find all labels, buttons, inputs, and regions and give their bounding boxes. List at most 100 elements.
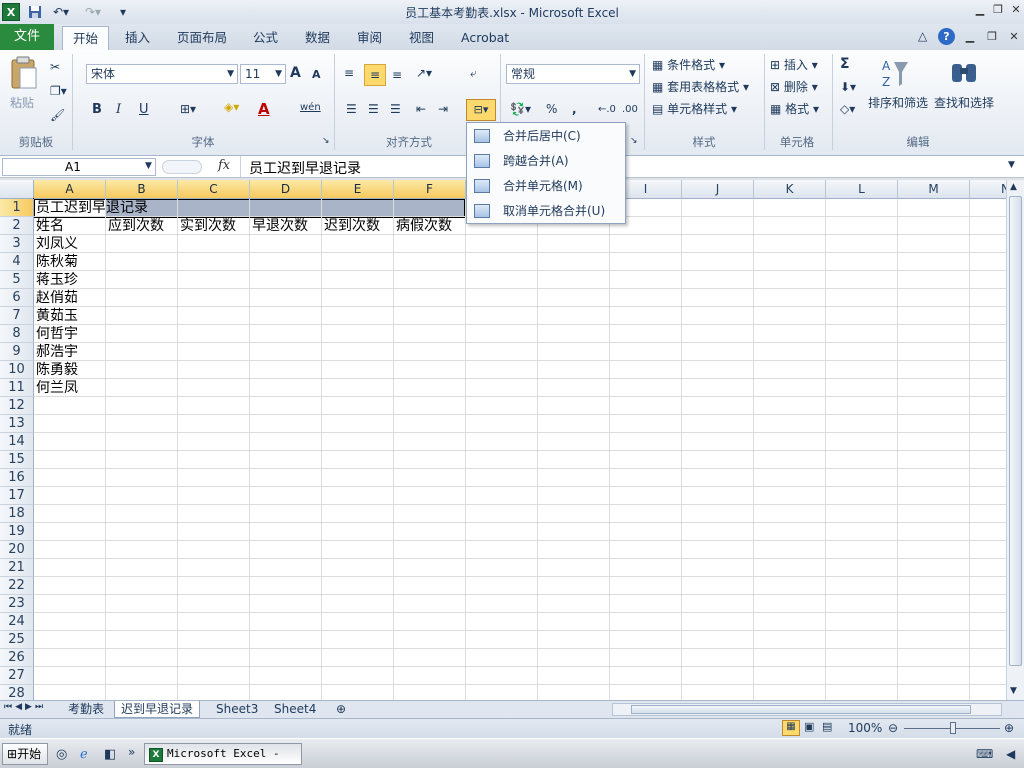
font-name-combo[interactable]: 宋体 ▼: [86, 64, 238, 84]
row-header[interactable]: 1: [0, 199, 34, 217]
menu-item-merge-center[interactable]: 合并后居中(C): [469, 124, 623, 148]
row-header[interactable]: 24: [0, 613, 34, 631]
sheet-nav-icon[interactable]: ⏮◀▶⏭: [4, 702, 46, 712]
insert-cells-button[interactable]: ⊞ 插入 ▾: [770, 56, 818, 73]
tab-view[interactable]: 视图: [399, 26, 444, 50]
cut-icon[interactable]: ✂: [50, 60, 60, 74]
column-header[interactable]: D: [250, 180, 322, 199]
sheet-tab-active[interactable]: 迟到早退记录: [114, 701, 201, 718]
start-button[interactable]: ⊞开始: [2, 743, 48, 765]
row-header[interactable]: 27: [0, 667, 34, 685]
zoom-out-icon[interactable]: ⊖: [888, 721, 898, 735]
row-header[interactable]: 10: [0, 361, 34, 379]
italic-button[interactable]: I: [116, 102, 121, 117]
sheet-tab[interactable]: Sheet4: [268, 701, 322, 718]
row-header[interactable]: 4: [0, 253, 34, 271]
orientation-icon[interactable]: ↗▾: [416, 66, 432, 80]
zoom-in-icon[interactable]: ⊕: [1004, 721, 1014, 735]
row-header[interactable]: 11: [0, 379, 34, 397]
horizontal-scrollbar[interactable]: [612, 703, 1002, 716]
name-cell[interactable]: 赵俏茹: [34, 289, 78, 307]
borders-icon[interactable]: ⊞▾: [180, 102, 196, 116]
dialog-launcher-icon[interactable]: ↘: [630, 136, 638, 146]
column-header[interactable]: A: [34, 180, 106, 199]
phonetic-button[interactable]: wén: [300, 102, 321, 113]
format-painter-icon[interactable]: 🖌: [50, 108, 65, 122]
taskbar-excel-button[interactable]: XMicrosoft Excel - ...: [144, 743, 302, 768]
page-layout-view-icon[interactable]: ▣: [804, 720, 814, 733]
row-header[interactable]: 13: [0, 415, 34, 433]
row-header[interactable]: 20: [0, 541, 34, 559]
row-header[interactable]: 6: [0, 289, 34, 307]
merge-center-button[interactable]: ⊟▾: [466, 99, 496, 121]
row-header[interactable]: 3: [0, 235, 34, 253]
sort-filter-icon[interactable]: AZ: [880, 56, 910, 90]
row-header[interactable]: 21: [0, 559, 34, 577]
name-cell[interactable]: 蒋玉珍: [34, 271, 78, 289]
ie-icon[interactable]: ℯ: [80, 747, 88, 762]
tab-page-layout[interactable]: 页面布局: [167, 26, 237, 50]
column-header[interactable]: C: [178, 180, 250, 199]
column-header[interactable]: F: [394, 180, 466, 199]
percent-button[interactable]: %: [546, 102, 557, 116]
number-format-combo[interactable]: 常规 ▼: [506, 64, 640, 84]
name-cell[interactable]: 陈勇毅: [34, 361, 78, 379]
row-header[interactable]: 23: [0, 595, 34, 613]
formula-bar-handle[interactable]: [162, 160, 202, 174]
column-header[interactable]: B: [106, 180, 178, 199]
scroll-down-icon[interactable]: ▼: [1010, 686, 1017, 696]
align-right-icon[interactable]: ☰: [390, 102, 401, 116]
paste-button[interactable]: 粘贴: [10, 94, 34, 111]
menu-item-merge-across[interactable]: 跨越合并(A): [469, 149, 623, 173]
fill-icon[interactable]: ⬇▾: [840, 80, 856, 94]
grow-font-button[interactable]: A: [290, 65, 301, 81]
row-header[interactable]: 28: [0, 685, 34, 700]
header-cell-name[interactable]: 姓名: [34, 217, 64, 235]
font-color-button[interactable]: A: [258, 100, 270, 118]
name-cell[interactable]: 黄茹玉: [34, 307, 78, 325]
zoom-slider-thumb[interactable]: [950, 722, 956, 734]
name-cell[interactable]: 何哲宇: [34, 325, 78, 343]
tab-review[interactable]: 审阅: [347, 26, 392, 50]
autosum-button[interactable]: Σ: [840, 56, 850, 72]
quick-launch-icon[interactable]: ◎: [56, 747, 67, 762]
sheet-tab[interactable]: 考勤表: [62, 701, 110, 718]
close-icon[interactable]: ✕: [1008, 3, 1024, 19]
increase-decimal-icon[interactable]: ←.0: [598, 104, 616, 115]
name-cell[interactable]: 何兰凤: [34, 379, 78, 397]
dialog-launcher-icon[interactable]: ↘: [322, 136, 330, 146]
minimize-icon[interactable]: ▁: [972, 3, 988, 19]
underline-button[interactable]: U: [139, 102, 149, 117]
align-center-icon[interactable]: ☰: [368, 102, 379, 116]
help-icon[interactable]: ?: [938, 28, 955, 45]
format-cells-button[interactable]: ▦ 格式 ▾: [770, 100, 819, 117]
doc-minimize-icon[interactable]: ▁: [962, 30, 978, 46]
media-icon[interactable]: ◧: [104, 747, 116, 762]
clear-icon[interactable]: ◇▾: [840, 102, 855, 116]
column-header[interactable]: J: [682, 180, 754, 199]
new-sheet-icon[interactable]: ⊕: [330, 701, 352, 718]
increase-indent-icon[interactable]: ⇥: [438, 102, 448, 116]
menu-item-merge-cells[interactable]: 合并单元格(M): [469, 174, 623, 198]
row-header[interactable]: 15: [0, 451, 34, 469]
row-header[interactable]: 12: [0, 397, 34, 415]
row-header[interactable]: 2: [0, 217, 34, 235]
tab-acrobat[interactable]: Acrobat: [451, 26, 519, 50]
column-header[interactable]: E: [322, 180, 394, 199]
scroll-thumb[interactable]: [1009, 196, 1022, 666]
tab-file[interactable]: 文件: [0, 24, 54, 50]
align-top-icon[interactable]: ≡: [344, 66, 354, 80]
row-header[interactable]: 5: [0, 271, 34, 289]
header-cell-actual[interactable]: 实到次数: [178, 217, 236, 235]
header-cell-early-leave[interactable]: 早退次数: [250, 217, 308, 235]
row-header[interactable]: 9: [0, 343, 34, 361]
bold-button[interactable]: B: [92, 102, 102, 117]
align-middle-icon[interactable]: ≡: [364, 64, 386, 86]
header-cell-expected[interactable]: 应到次数: [106, 217, 164, 235]
vertical-scrollbar[interactable]: ▲ ▼: [1006, 180, 1024, 700]
sheet-tab[interactable]: Sheet3: [210, 701, 264, 718]
shrink-font-button[interactable]: A: [312, 68, 321, 81]
copy-icon[interactable]: ❐▾: [50, 84, 67, 98]
insert-function-icon[interactable]: fx: [218, 158, 230, 173]
column-header[interactable]: L: [826, 180, 898, 199]
